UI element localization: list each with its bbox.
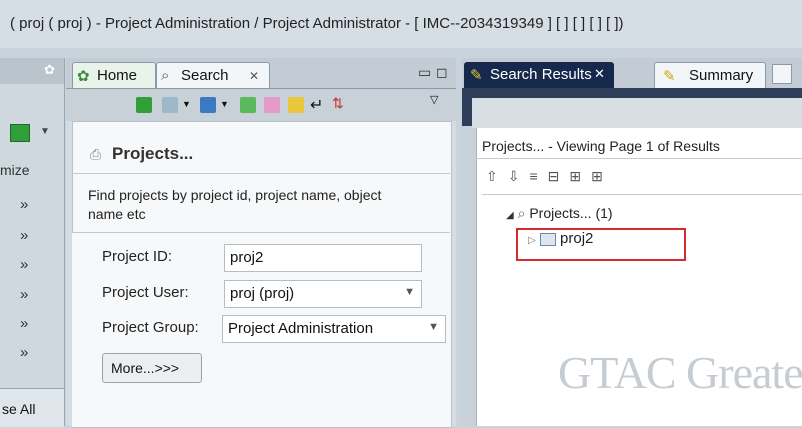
tab-search-label: Search (181, 67, 229, 84)
more-button[interactable]: More...>>> (102, 353, 202, 383)
summary-icon: ✎ (663, 68, 676, 85)
tree-root-node[interactable]: ◢ ⌕ Projects... (1) (506, 205, 613, 222)
highlight-box (516, 228, 686, 261)
project-id-value: proj2 (230, 249, 264, 266)
project-group-value: Project Administration (228, 320, 374, 337)
home-icon: ✿ (77, 68, 90, 85)
results-toolbar (472, 98, 802, 128)
maximize-icon[interactable]: ◻ (436, 64, 448, 81)
left-panel: ✿ ▼ mize » » » » » » se All (0, 58, 65, 427)
project-user-select[interactable]: proj (proj) ▼ (224, 280, 422, 308)
search-panel-tabbar: ✿ Home ⌕ Search ✕ ▭ ◻ (66, 58, 456, 89)
results-page-info: Projects... - Viewing Page 1 of Results (482, 138, 720, 154)
pencil-icon: ✎ (470, 67, 483, 84)
search-icon: ⌕ (161, 67, 170, 84)
expand-arrow-icon[interactable]: » (20, 196, 28, 213)
divider (476, 158, 802, 159)
move-down-icon[interactable]: ⇩ (508, 168, 530, 184)
search-toolbar: ▼ ▼ ↵ ⇅ ▽ (66, 89, 456, 121)
green-search-icon[interactable] (10, 124, 30, 142)
projects-search-icon: ⎙ (90, 146, 102, 162)
search-icon: ⌕ (517, 205, 526, 221)
project-user-value: proj (proj) (230, 285, 295, 302)
window-icon[interactable] (200, 97, 216, 113)
clear-icon[interactable] (264, 97, 280, 113)
expand-arrow-icon[interactable]: » (20, 315, 28, 332)
project-id-label: Project ID: (102, 248, 173, 265)
search-panel: ✿ Home ⌕ Search ✕ ▭ ◻ ▼ ▼ ↵ ⇅ ▽ ⎙ Projec… (66, 58, 456, 428)
close-icon[interactable]: ✕ (594, 66, 605, 82)
more-button-label: More...>>> (111, 360, 180, 376)
window-title: ( proj ( proj ) - Project Administration… (10, 15, 624, 32)
expand-arrow-icon[interactable]: » (20, 256, 28, 273)
window-title-bar: ( proj ( proj ) - Project Administration… (0, 0, 802, 48)
divider (72, 173, 450, 174)
move-up-icon[interactable]: ⇧ (486, 168, 508, 184)
project-group-select[interactable]: Project Administration ▼ (222, 315, 446, 343)
close-all-button[interactable]: se All (0, 388, 64, 427)
run-search-icon[interactable] (136, 97, 152, 113)
collapse-icon[interactable]: ≡ (529, 168, 547, 184)
close-all-label: se All (2, 401, 36, 417)
chevron-down-icon[interactable]: ▼ (428, 321, 439, 333)
enter-icon[interactable]: ↵ (310, 95, 323, 115)
expand-arrow-icon[interactable]: » (20, 344, 28, 361)
tab-search[interactable]: ⌕ Search ✕ (156, 62, 270, 88)
search-description: Find projects by project id, project nam… (88, 187, 382, 222)
sort-icon[interactable]: ⇅ (332, 95, 344, 112)
save-icon[interactable] (288, 97, 304, 113)
expand-arrow-icon[interactable]: » (20, 286, 28, 303)
projects-header: Projects... (112, 144, 194, 163)
chevron-down-icon[interactable]: ▼ (220, 99, 229, 109)
expand-all-icon[interactable]: ⊞ (591, 168, 613, 184)
collapse-all-icon[interactable]: ⊟ (548, 168, 570, 184)
minimize-icon[interactable]: ▭ (418, 64, 431, 81)
details-tab-icon[interactable] (772, 64, 792, 84)
gear-icon[interactable]: ✿ (44, 62, 55, 78)
tab-search-results[interactable]: ✎ Search Results ✕ (464, 62, 614, 88)
view-menu-icon[interactable]: ▽ (430, 93, 438, 106)
tab-search-results-label: Search Results (490, 66, 592, 83)
expanded-arrow-icon[interactable]: ◢ (506, 210, 514, 221)
chevron-down-icon[interactable]: ▼ (40, 126, 50, 137)
refresh-icon[interactable] (240, 97, 256, 113)
watermark: GTAC Greater (558, 347, 802, 398)
tab-summary[interactable]: ✎ Summary (654, 62, 766, 88)
tree-toolbar: ⇧⇩≡⊟⊞⊞ (486, 168, 613, 185)
minimize-label[interactable]: mize (0, 162, 30, 178)
results-tabbar: ✎ Search Results ✕ ✎ Summary (462, 58, 802, 88)
saved-search-icon[interactable] (162, 97, 178, 113)
tab-home-label: Home (97, 67, 138, 84)
chevron-down-icon[interactable]: ▼ (182, 99, 191, 109)
project-group-label: Project Group: (102, 319, 199, 336)
project-id-input[interactable]: proj2 (224, 244, 422, 272)
tab-summary-label: Summary (689, 67, 754, 84)
expand-icon[interactable]: ⊞ (569, 168, 591, 184)
tab-home[interactable]: ✿ Home (72, 62, 156, 88)
chevron-down-icon[interactable]: ▼ (404, 286, 415, 298)
close-icon[interactable]: ✕ (249, 69, 259, 83)
expand-arrow-icon[interactable]: » (20, 227, 28, 244)
project-user-label: Project User: (102, 284, 189, 301)
tree-root-label: Projects... (1) (529, 205, 613, 221)
